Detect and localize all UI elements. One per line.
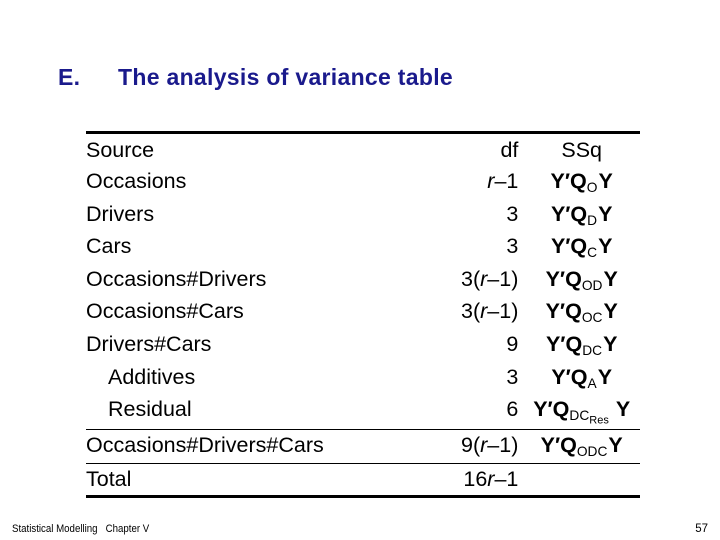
ssq-subscript: O [586,180,598,196]
ssq-expression: Y′QODY [545,266,618,293]
row-df-value: 3 [506,201,519,226]
table-bottom-rule [86,495,640,499]
footer-page-number: 57 [695,523,708,535]
row-df-value: 16r–1 [410,462,524,497]
table-row: Drivers 3 Y′QDY [86,199,640,232]
row-source-label: Occasions#Drivers [86,266,267,291]
ssq-expression: Y′QDCY [545,332,618,358]
ssq-suffix: Y [598,234,613,259]
ssq-subscript: C [587,245,598,261]
table-row: Occasions#Drivers#Cars 9(r–1) Y′QODCY [86,429,640,464]
ssq-subscript: ODC [576,444,608,460]
row-df-value: 6 [506,397,519,422]
df-italic-variable: r [480,266,488,291]
column-header-source: Source [86,131,411,167]
row-source-label: Occasions#Drivers#Cars [86,429,411,464]
ssq-subscript: OD [581,277,603,293]
table-row: Occasions r–1 Y′QOY [86,166,640,199]
ssq-expression: Y′QCY [550,234,613,261]
row-ssq-value: Y′QCY [523,231,640,264]
ssq-suffix: Y [608,433,623,458]
ssq-suffix: Y [598,201,613,226]
table-rule-cell [86,495,411,499]
row-source-label: Residual [108,397,192,422]
table-row: Additives 3 Y′QAY [86,362,640,395]
table-row: Cars 3 Y′QCY [86,231,640,264]
ssq-suffix: Y [615,397,631,422]
ssq-sub-subscript: Res [589,414,609,427]
ssq-subscript: D [587,212,598,228]
table-row: Residual 6 Y′QDCRes Y [86,394,640,430]
ssq-subscript: DCRes [569,408,609,427]
ssq-subscript: OC [581,310,603,326]
row-ssq-value: Y′QDCRes Y [523,394,640,430]
row-source-label: Additives [108,364,196,389]
column-header-df: df [410,131,524,167]
table-row: Occasions#Cars 3(r–1) Y′QOCY [86,296,640,329]
title-text: The analysis of variance table [118,64,453,90]
row-source-label: Occasions [86,169,187,194]
row-df-value: 9(r–1) [410,429,524,464]
ssq-subscript: A [587,375,597,391]
row-ssq-value: Y′QDCY [523,329,640,362]
df-italic-variable: r [480,299,488,324]
row-source-label: Drivers [86,201,155,226]
row-df-value: 9 [506,332,519,357]
row-ssq-value: Y′QDY [523,199,640,232]
table-row: Drivers#Cars 9 Y′QDCY [86,329,640,362]
table-header-row: Source df SSq [86,131,640,167]
anova-table: Source df SSq Occasions r–1 Y′QOY Drivers 3 Y… [86,131,640,499]
anova-table-body: Source df SSq Occasions r–1 Y′QOY Drivers 3 Y… [86,131,640,499]
df-italic-variable: r [487,466,495,491]
ssq-suffix: Y [603,299,618,324]
row-ssq-value: Y′QODY [523,264,640,297]
df-italic-variable: r [480,433,488,458]
row-ssq-value: Y′QOY [523,166,640,199]
row-df-value: 3 [506,364,519,389]
row-ssq-value: Y′QOCY [523,296,640,329]
row-source-label: Cars [86,234,132,259]
row-source-label: Total [86,462,411,497]
page-title: E. The analysis of variance table [58,64,453,91]
row-df-value: r–1 [487,169,519,194]
row-df-value: 3(r–1) [461,299,519,324]
row-source-label: Drivers#Cars [86,332,212,357]
row-ssq-value: Y′QODCY [523,429,640,464]
table-rule-cell [410,495,524,499]
ssq-suffix: Y [603,266,618,291]
df-italic-variable: r [487,169,495,194]
column-header-ssq: SSq [523,131,640,167]
ssq-suffix: Y [603,332,618,357]
table-row: Occasions#Drivers 3(r–1) Y′QODY [86,264,640,297]
ssq-subscript: DC [582,342,603,358]
ssq-expression: Y′QDCRes Y [533,397,631,427]
ssq-suffix: Y [598,169,613,194]
ssq-expression: Y′QOY [550,169,613,196]
footer-left-text: Statistical Modelling Chapter V [12,523,150,535]
section-letter: E. [58,64,81,90]
row-ssq-value: Y′QAY [523,362,640,395]
ssq-expression: Y′QDY [550,201,613,228]
ssq-expression: Y′QODCY [540,433,623,460]
row-df-value: 3(r–1) [461,266,519,291]
row-ssq-value [523,462,640,497]
ssq-expression: Y′QOCY [545,299,618,326]
ssq-expression: Y′QAY [551,364,613,391]
table-rule-cell [523,495,640,499]
table-row: Total 16r–1 [86,462,640,497]
ssq-suffix: Y [597,364,613,389]
row-df-value: 3 [506,234,519,259]
row-source-label: Occasions#Cars [86,299,244,324]
